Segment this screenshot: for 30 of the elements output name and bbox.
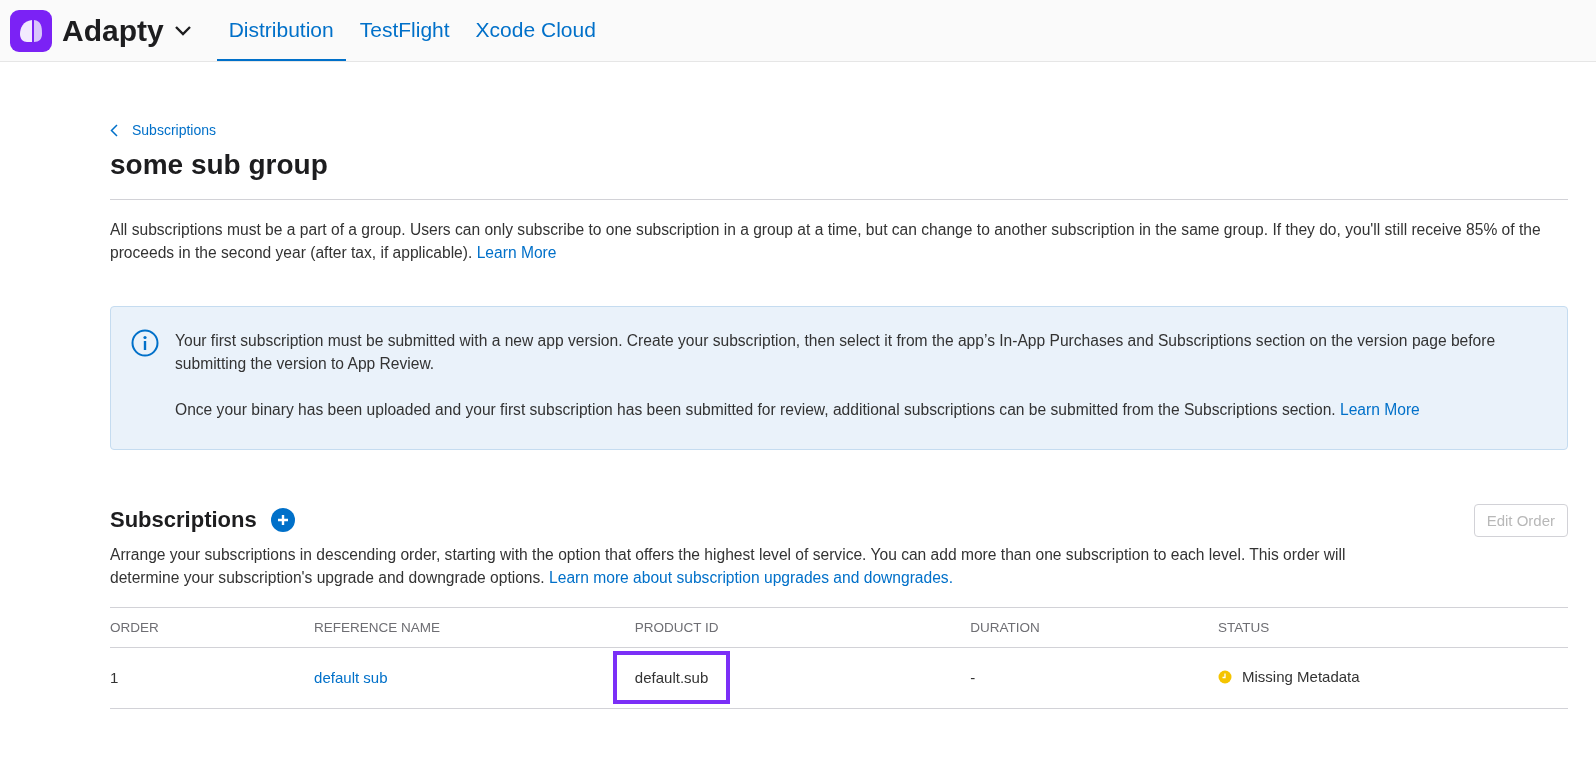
intro-text: All subscriptions must be a part of a group. Users can only subscribe to one subscription in a group at a time, but can change to another subscription in the same group. If they do, you'll still receive 85% of the proceeds in the second year (after tax, if applicable). Learn More — [110, 219, 1542, 263]
column-header: REFERENCE NAME — [314, 607, 635, 647]
table-cell: - — [970, 669, 976, 686]
section-title: Subscriptions — [110, 507, 257, 533]
notice-text: Your first subscription must be submitted with a new app version. Create your subscription, then select it from the app’s In-App Purchases and Subscriptions section on the version page before submitting the version to App Review. — [175, 330, 1497, 374]
status-text: Missing Metadata — [1242, 668, 1360, 686]
back-link[interactable]: Subscriptions — [110, 122, 217, 138]
column-header: STATUS — [1218, 607, 1568, 647]
learn-more-link[interactable]: Learn More — [476, 243, 557, 261]
app-logo-icon — [10, 9, 52, 52]
chevron-left-icon[interactable] — [110, 123, 118, 137]
table-cell: 1 — [110, 669, 119, 686]
chevron-down-icon[interactable] — [173, 24, 192, 37]
notice-text: Once your binary has been uploaded and your first subscription has been submitted for review, additional subscriptions can be submitted from the Subscriptions section. Learn More — [175, 399, 1421, 420]
info-icon — [131, 328, 159, 357]
product-id-cell: default.sub — [612, 651, 731, 704]
upgrades-link[interactable]: Learn more about subscription upgrades and downgrades. — [549, 568, 953, 586]
column-header: DURATION — [970, 607, 1219, 647]
nav-tab[interactable]: Xcode Cloud — [463, 0, 608, 61]
page-title: some sub group — [110, 148, 1568, 200]
nav-tab[interactable]: Distribution — [216, 0, 346, 61]
plus-icon — [276, 514, 289, 526]
app-name[interactable]: Adapty — [62, 13, 164, 48]
column-header: ORDER — [110, 607, 315, 647]
section-description: Arrange your subscriptions in descending order, starting with the option that offers the highest level of service. You can add more than one subscription to each level. This order will determine your subscription's upgrade and downgrade options. Learn more about subscription upgrades and downgrades. — [110, 544, 1347, 588]
add-button[interactable] — [270, 508, 295, 532]
reference-name-link[interactable]: default sub — [314, 669, 388, 686]
nav-tab[interactable]: TestFlight — [347, 0, 462, 61]
learn-more-link[interactable]: Learn More — [1340, 400, 1420, 418]
column-header: PRODUCT ID — [634, 607, 971, 647]
